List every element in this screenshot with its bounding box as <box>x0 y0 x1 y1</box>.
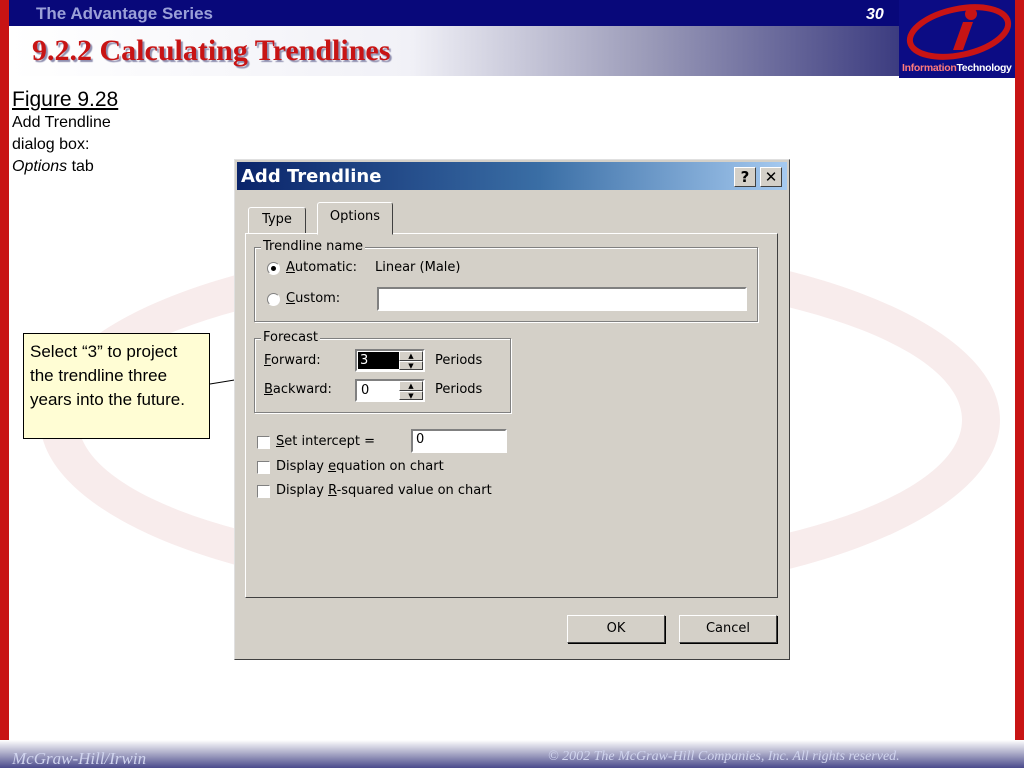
custom-label-rest: ustom: <box>295 291 341 306</box>
display-rsquared-label-rest: -squared value on chart <box>336 483 492 498</box>
logo-wordmark: InformationTechnology <box>902 62 1012 74</box>
backward-label-rest: ackward: <box>272 382 332 397</box>
slide-title: 9.2.2 Calculating Trendlines <box>32 34 391 67</box>
set-intercept-label-rest: et intercept = <box>284 434 376 449</box>
automatic-label-rest: utomatic: <box>294 260 358 275</box>
logo-word-technology: Technology <box>956 62 1012 74</box>
automatic-label[interactable]: Automatic: <box>286 260 357 275</box>
forward-label: Forward: <box>264 353 321 368</box>
backward-unit: Periods <box>435 382 483 397</box>
display-equation-label[interactable]: Display equation on chart <box>276 459 444 474</box>
caption-line: Add Trendline <box>12 114 111 131</box>
backward-spin-up-icon[interactable]: ▲ <box>399 381 423 391</box>
help-button[interactable]: ? <box>734 167 756 187</box>
automatic-key: A <box>286 260 295 275</box>
backward-spin-buttons: ▲ ▼ <box>399 381 423 400</box>
series-name: The Advantage Series <box>36 4 213 23</box>
display-rsquared-label[interactable]: Display R-squared value on chart <box>276 483 492 498</box>
forward-key: F <box>264 353 272 368</box>
figure-caption: Figure 9.28 Add Trendline dialog box: Op… <box>12 88 118 178</box>
dialog-titlebar[interactable]: Add Trendline ? ✕ <box>237 162 787 190</box>
backward-spin-down-icon[interactable]: ▼ <box>399 390 423 400</box>
custom-label[interactable]: Custom: <box>286 291 340 306</box>
caption-italic: Options <box>12 158 68 175</box>
forward-spin-down-icon[interactable]: ▼ <box>399 360 423 370</box>
dialog-title: Add Trendline <box>241 166 382 187</box>
trendline-name-group: Trendline name Automatic: Linear (Male) … <box>254 239 758 322</box>
tab-type[interactable]: Type <box>248 207 306 233</box>
set-intercept-label[interactable]: Set intercept = <box>276 434 375 449</box>
trendline-name-group-label: Trendline name <box>261 239 366 254</box>
display-rsquared-key: R <box>328 483 337 498</box>
custom-name-input[interactable] <box>377 287 747 311</box>
custom-radio[interactable] <box>267 293 280 306</box>
display-equation-prefix: Display <box>276 459 329 474</box>
backward-periods-spinner[interactable]: 0 ▲ ▼ <box>355 379 425 402</box>
caption-line: dialog box: <box>12 136 90 153</box>
custom-key: C <box>286 291 296 306</box>
logo-word-information: Information <box>902 62 957 74</box>
forward-spin-buttons: ▲ ▼ <box>399 351 423 370</box>
caption-rest: tab <box>67 158 94 175</box>
display-rsquared-prefix: Display <box>276 483 329 498</box>
figure-label: Figure 9.28 <box>12 88 119 111</box>
left-frame-bar <box>0 0 9 768</box>
display-equation-label-rest: quation on chart <box>336 459 444 474</box>
forecast-group: Forecast Forward: 3 ▲ ▼ Periods Backward… <box>254 330 511 413</box>
display-rsquared-checkbox[interactable] <box>257 485 270 498</box>
cancel-button[interactable]: Cancel <box>679 615 777 643</box>
footer-publisher: McGraw-Hill/Irwin <box>12 749 147 768</box>
display-equation-key: e <box>328 459 337 474</box>
intercept-value-input[interactable]: 0 <box>411 429 507 453</box>
forward-periods-value[interactable]: 3 <box>358 352 400 369</box>
close-button[interactable]: ✕ <box>760 167 782 187</box>
add-trendline-dialog: Add Trendline ? ✕ Type Options Trendline… <box>234 159 790 660</box>
callout-note: Select “3” to project the trendline thre… <box>23 333 210 439</box>
options-panel: Trendline name Automatic: Linear (Male) … <box>245 233 778 598</box>
display-equation-checkbox[interactable] <box>257 461 270 474</box>
logo-i-icon <box>906 4 1012 60</box>
backward-periods-value[interactable]: 0 <box>359 382 371 400</box>
automatic-name-value: Linear (Male) <box>375 260 461 275</box>
right-frame-bar <box>1015 0 1024 768</box>
ok-button[interactable]: OK <box>567 615 665 643</box>
forecast-group-label: Forecast <box>261 330 321 345</box>
backward-label: Backward: <box>264 382 332 397</box>
footer-copyright: © 2002 The McGraw-Hill Companies, Inc. A… <box>548 749 900 764</box>
caption-line: Options tab <box>12 156 118 178</box>
backward-key: B <box>264 382 273 397</box>
tab-options[interactable]: Options <box>317 202 393 235</box>
automatic-radio[interactable] <box>267 262 280 275</box>
set-intercept-checkbox[interactable] <box>257 436 270 449</box>
forward-label-rest: orward: <box>271 353 321 368</box>
forward-spin-up-icon[interactable]: ▲ <box>399 351 423 361</box>
forward-periods-spinner[interactable]: 3 ▲ ▼ <box>355 349 425 372</box>
forward-unit: Periods <box>435 353 483 368</box>
slide-number: 30 <box>866 6 884 23</box>
